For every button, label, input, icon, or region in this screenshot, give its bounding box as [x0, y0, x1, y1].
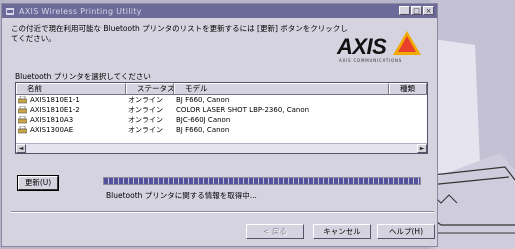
progress-bar [103, 177, 421, 185]
maximize-button[interactable]: □ [411, 6, 422, 15]
printer-status: オンライン [128, 96, 163, 104]
column-header-name[interactable]: 名前 [16, 83, 126, 94]
logo-tagline: AXIS COMMUNICATIONS [339, 58, 403, 63]
title-bar[interactable]: AXIS Wireless Printing Utility _ □ × [2, 4, 437, 18]
minimize-button[interactable]: _ [399, 6, 410, 15]
printer-name: AXIS1810A3 [30, 116, 74, 124]
printer-icon [18, 106, 27, 114]
printer-model: BJ F660, Canon [176, 126, 230, 134]
printer-name: AXIS1810E1-2 [30, 106, 80, 114]
column-header-type[interactable]: 種類 [389, 83, 427, 94]
window-title: AXIS Wireless Printing Utility [19, 6, 142, 16]
printer-status: オンライン [128, 116, 163, 124]
printer-icon [18, 116, 27, 124]
printer-status: オンライン [128, 106, 163, 114]
update-button[interactable]: 更新(U) [17, 175, 59, 191]
list-header: 名前 ステータス モデル 種類 [16, 83, 427, 95]
axis-logo: AXIS AXIS COMMUNICATIONS [337, 26, 427, 66]
printer-list-label: Bluetooth プリンタを選択してください [15, 72, 151, 81]
column-header-status[interactable]: ステータス [126, 83, 174, 94]
printer-status: オンライン [128, 126, 163, 134]
back-button[interactable]: < 戻る [246, 224, 304, 239]
help-button[interactable]: ヘルプ(H) [377, 224, 435, 239]
printer-icon [18, 126, 27, 134]
horizontal-scrollbar[interactable]: ◄ ► [16, 143, 427, 153]
logo-triangle-icon [393, 31, 421, 55]
scroll-left-button[interactable]: ◄ [16, 144, 26, 153]
cancel-button[interactable]: キャンセル [313, 224, 371, 239]
utility-window: AXIS Wireless Printing Utility _ □ × この付… [1, 3, 438, 247]
printer-name: AXIS1300AE [30, 126, 74, 134]
printer-model: BJC-660J Canon [176, 116, 231, 124]
printer-list[interactable]: 名前 ステータス モデル 種類 AXIS1810E1-1 オンライン BJ F6… [15, 82, 428, 154]
logo-text: AXIS [337, 34, 387, 59]
progress-bar-fill [104, 178, 420, 184]
printer-icon [18, 96, 27, 104]
printer-model: BJ F660, Canon [176, 96, 230, 104]
app-icon [5, 7, 15, 16]
column-header-model[interactable]: モデル [174, 83, 389, 94]
divider [11, 211, 434, 213]
progress-status-text: Bluetooth プリンタに関する情報を取得中... [106, 191, 257, 200]
instruction-text: この付近で現在利用可能な Bluetooth プリンタのリストを更新するには [… [11, 24, 348, 43]
printer-model: COLOR LASER SHOT LBP-2360, Canon [176, 106, 310, 114]
close-button[interactable]: × [423, 6, 434, 15]
printer-row[interactable]: AXIS1810A3 オンライン BJC-660J Canon [16, 115, 427, 125]
printer-name: AXIS1810E1-1 [30, 96, 80, 104]
printer-row[interactable]: AXIS1810E1-1 オンライン BJ F660, Canon [16, 95, 427, 105]
printer-row[interactable]: AXIS1810E1-2 オンライン COLOR LASER SHOT LBP-… [16, 105, 427, 115]
printer-row[interactable]: AXIS1300AE オンライン BJ F660, Canon [16, 125, 427, 135]
scroll-right-button[interactable]: ► [417, 144, 427, 153]
